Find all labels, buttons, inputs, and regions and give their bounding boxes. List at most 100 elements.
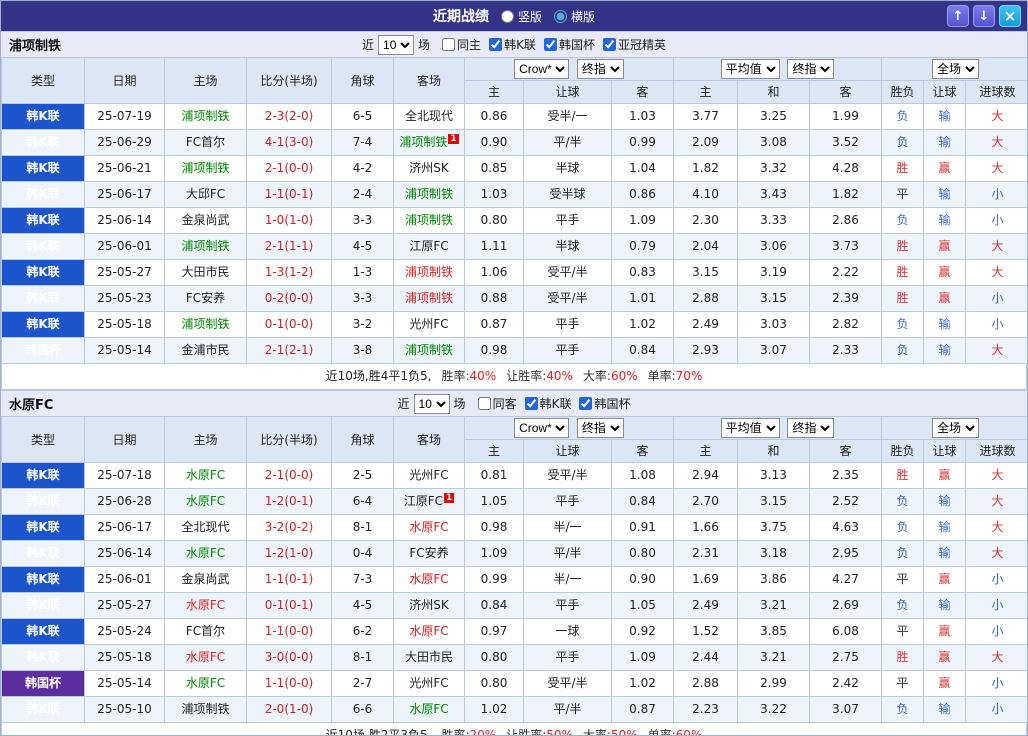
away-team-name[interactable]: 浦项制铁 <box>405 291 453 305</box>
filter-option[interactable]: 同主 <box>442 36 481 53</box>
away-team-cell[interactable]: 全北现代 <box>393 103 465 130</box>
match-count-select[interactable]: 10 <box>378 34 415 55</box>
filter-checkbox[interactable] <box>524 397 538 410</box>
home-team-cell[interactable]: 水原FC <box>164 462 247 489</box>
home-team-cell[interactable]: 水原FC <box>164 488 247 515</box>
filter-checkbox[interactable] <box>442 38 456 51</box>
away-team-name[interactable]: 光州FC <box>409 676 448 690</box>
away-team-cell[interactable]: 江原FC <box>393 233 465 260</box>
asia-time-select[interactable]: 终指 <box>576 418 624 438</box>
home-team-name[interactable]: 金浦市民 <box>181 343 229 357</box>
home-team-cell[interactable]: 金泉尚武 <box>164 566 247 593</box>
away-team-cell[interactable]: 大田市民 <box>393 644 465 671</box>
away-team-name[interactable]: 济州SK <box>409 161 449 175</box>
filter-option[interactable]: 韩K联 <box>524 395 571 412</box>
layout-option-horizontal[interactable]: 横版 <box>554 8 595 25</box>
home-team-name[interactable]: 金泉尚武 <box>181 213 229 227</box>
euro-company-select[interactable]: 平均值 <box>720 59 780 79</box>
home-team-cell[interactable]: 浦项制铁 <box>164 155 247 182</box>
away-team-cell[interactable]: 江原FC 1 <box>393 488 465 515</box>
euro-company-select[interactable]: 平均值 <box>720 418 780 438</box>
home-team-cell[interactable]: FC首尔 <box>164 129 247 156</box>
home-team-cell[interactable]: 水原FC <box>164 540 247 567</box>
away-team-cell[interactable]: 浦项制铁 1 <box>393 129 465 156</box>
away-team-cell[interactable]: 浦项制铁 <box>393 337 465 364</box>
away-team-name[interactable]: 水原FC <box>409 702 448 716</box>
home-team-cell[interactable]: FC安养 <box>164 285 247 312</box>
away-team-name[interactable]: 光州FC <box>409 468 448 482</box>
home-team-name[interactable]: 水原FC <box>186 494 225 508</box>
away-team-name[interactable]: 浦项制铁 <box>405 343 453 357</box>
home-team-cell[interactable]: 大田市民 <box>164 259 247 286</box>
home-team-cell[interactable]: 浦项制铁 <box>164 696 247 723</box>
home-team-name[interactable]: 水原FC <box>186 650 225 664</box>
home-team-name[interactable]: FC首尔 <box>186 135 225 149</box>
home-team-cell[interactable]: 水原FC <box>164 592 247 619</box>
home-team-name[interactable]: 水原FC <box>186 468 225 482</box>
away-team-cell[interactable]: 水原FC <box>393 696 465 723</box>
horizontal-layout-radio[interactable] <box>554 9 567 23</box>
filter-checkbox[interactable] <box>579 397 593 410</box>
asia-company-select[interactable]: Crow* <box>514 418 570 438</box>
home-team-name[interactable]: 浦项制铁 <box>181 317 229 331</box>
away-team-cell[interactable]: 水原FC <box>393 618 465 645</box>
focus-team-name-suwon[interactable]: 水原FC <box>9 394 53 413</box>
filter-option[interactable]: 亚冠精英 <box>602 36 666 53</box>
scope-select[interactable]: 全场 <box>932 418 980 438</box>
filter-option[interactable]: 韩国杯 <box>543 36 595 53</box>
home-team-cell[interactable]: 水原FC <box>164 644 247 671</box>
away-team-cell[interactable]: 浦项制铁 <box>393 259 465 286</box>
euro-time-select[interactable]: 终指 <box>787 59 835 79</box>
scope-select[interactable]: 全场 <box>932 59 980 79</box>
away-team-name[interactable]: 浦项制铁 <box>405 265 453 279</box>
scroll-up-button[interactable]: ↑ <box>947 5 969 27</box>
home-team-name[interactable]: 大邱FC <box>186 187 225 201</box>
filter-checkbox[interactable] <box>602 38 616 51</box>
scroll-down-button[interactable]: ↓ <box>973 5 995 27</box>
home-team-cell[interactable]: FC首尔 <box>164 618 247 645</box>
home-team-name[interactable]: FC安养 <box>186 291 225 305</box>
home-team-name[interactable]: 浦项制铁 <box>181 161 229 175</box>
home-team-name[interactable]: 水原FC <box>186 598 225 612</box>
away-team-cell[interactable]: 水原FC <box>393 566 465 593</box>
away-team-cell[interactable]: 济州SK <box>393 155 465 182</box>
away-team-name[interactable]: 水原FC <box>409 572 448 586</box>
away-team-cell[interactable]: 浦项制铁 <box>393 285 465 312</box>
away-team-name[interactable]: 浦项制铁 <box>405 187 453 201</box>
home-team-cell[interactable]: 水原FC <box>164 670 247 697</box>
filter-option[interactable]: 韩国杯 <box>579 395 630 412</box>
away-team-name[interactable]: 江原FC <box>409 239 448 253</box>
home-team-cell[interactable]: 全北现代 <box>164 514 247 541</box>
away-team-name[interactable]: 水原FC <box>409 624 448 638</box>
home-team-cell[interactable]: 浦项制铁 <box>164 103 247 130</box>
focus-team-name-pohang[interactable]: 浦项制铁 <box>9 35 61 54</box>
home-team-cell[interactable]: 浦项制铁 <box>164 311 247 338</box>
away-team-cell[interactable]: 光州FC <box>393 311 465 338</box>
filter-checkbox[interactable] <box>489 38 503 51</box>
away-team-name[interactable]: 济州SK <box>409 598 449 612</box>
away-team-cell[interactable]: 浦项制铁 <box>393 207 465 234</box>
filter-checkbox[interactable] <box>477 397 491 410</box>
away-team-cell[interactable]: FC安养 <box>393 540 465 567</box>
away-team-cell[interactable]: 光州FC <box>393 670 465 697</box>
away-team-name[interactable]: 浦项制铁 <box>405 213 453 227</box>
away-team-name[interactable]: 大田市民 <box>405 650 453 664</box>
away-team-name[interactable]: 江原FC <box>404 494 443 508</box>
home-team-name[interactable]: 金泉尚武 <box>181 572 229 586</box>
filter-option[interactable]: 同客 <box>477 395 517 412</box>
home-team-name[interactable]: 浦项制铁 <box>181 109 229 123</box>
away-team-name[interactable]: 光州FC <box>409 317 448 331</box>
filter-checkbox[interactable] <box>543 38 557 51</box>
home-team-name[interactable]: 浦项制铁 <box>181 239 229 253</box>
layout-option-vertical[interactable]: 竖版 <box>500 8 542 25</box>
asia-time-select[interactable]: 终指 <box>576 59 624 79</box>
home-team-name[interactable]: 水原FC <box>186 676 225 690</box>
away-team-name[interactable]: 全北现代 <box>405 109 453 123</box>
home-team-cell[interactable]: 金浦市民 <box>164 337 247 364</box>
home-team-cell[interactable]: 金泉尚武 <box>164 207 247 234</box>
away-team-cell[interactable]: 水原FC <box>393 514 465 541</box>
home-team-name[interactable]: 浦项制铁 <box>181 702 229 716</box>
close-button[interactable]: × <box>999 5 1021 27</box>
home-team-name[interactable]: 水原FC <box>186 546 225 560</box>
away-team-name[interactable]: FC安养 <box>409 546 448 560</box>
